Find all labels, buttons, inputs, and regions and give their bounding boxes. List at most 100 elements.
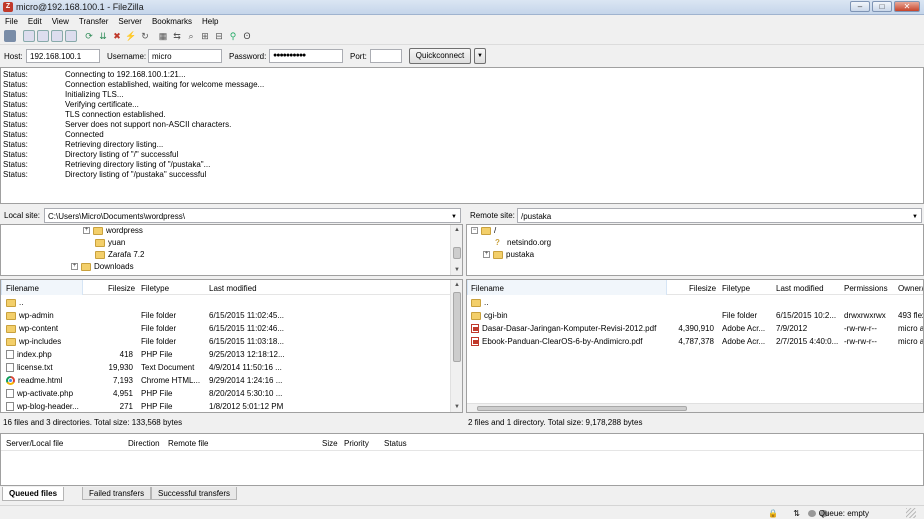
tree-item[interactable]: + Downloads	[71, 262, 134, 274]
table-row[interactable]: wp-blog-header... 271 PHP File 1/8/2012 5:0…	[1, 400, 451, 412]
expand-icon[interactable]: +	[71, 263, 78, 271]
table-row[interactable]: wp-activate.php 4,951 PHP File 8/20/2014 5:…	[1, 387, 451, 400]
filter-icon[interactable]: ⊞	[199, 30, 211, 42]
close-button[interactable]: ✕	[894, 1, 920, 12]
queue-header-direction[interactable]: Direction	[128, 439, 160, 448]
folder-icon	[93, 226, 103, 235]
toggle-log-icon[interactable]	[23, 30, 35, 42]
table-row[interactable]: ..	[1, 296, 451, 309]
table-row[interactable]: Dasar-Dasar-Jaringan-Komputer-Revisi-201…	[467, 322, 923, 335]
host-input[interactable]: 192.168.100.1	[26, 49, 100, 63]
menu-bookmarks[interactable]: Bookmarks	[147, 15, 197, 26]
menu-server[interactable]: Server	[113, 15, 147, 26]
chevron-down-icon[interactable]: ▼	[912, 214, 918, 220]
column-header-filetype[interactable]: Filetype	[141, 284, 169, 293]
remote-list-hscrollbar[interactable]	[467, 403, 923, 412]
table-row[interactable]: readme.html 7,193 Chrome HTML... 9/29/2014 …	[1, 374, 451, 387]
remote-summary-text: 2 files and 1 directory. Total size: 9,1…	[468, 418, 643, 427]
scroll-up-icon[interactable]: ▲	[451, 225, 462, 235]
queue-header-server-local-file[interactable]: Server/Local file	[6, 439, 63, 448]
port-input[interactable]	[370, 49, 402, 63]
disconnect-icon[interactable]: ⚡	[125, 30, 137, 42]
remote-directory-tree[interactable]: − / ? netsindo.org + pustaka	[466, 224, 924, 276]
search-remote-icon[interactable]: ⌕	[185, 30, 197, 42]
tree-item[interactable]: ? netsindo.org	[495, 238, 551, 250]
toggle-filter-icon[interactable]: ⊟	[213, 30, 225, 42]
directory-compare-icon[interactable]: ▦	[157, 30, 169, 42]
message-log[interactable]: Status: Connecting to 192.168.100.1:21...…	[0, 67, 924, 204]
queue-header-priority[interactable]: Priority	[344, 439, 369, 448]
expand-icon[interactable]: +	[83, 227, 90, 235]
sync-browsing-icon[interactable]: ⇆	[171, 30, 183, 42]
table-row[interactable]: license.txt 19,930 Text Document 4/9/2014 1…	[1, 361, 451, 374]
site-manager-icon[interactable]	[4, 30, 16, 42]
tree-item[interactable]: − /	[471, 226, 496, 238]
reconnect-icon[interactable]: ↻	[139, 30, 151, 42]
column-header-permissions[interactable]: Permissions	[844, 284, 888, 293]
queue-header-size[interactable]: Size	[322, 439, 338, 448]
local-directory-tree[interactable]: + wordpress yuan Zarafa 7.2 + Downloads ▲ …	[0, 224, 463, 276]
scroll-down-icon[interactable]: ▼	[451, 402, 462, 412]
queue-header-remote-file[interactable]: Remote file	[168, 439, 208, 448]
column-header-filename[interactable]: Filename	[471, 284, 504, 293]
local-tree-scrollbar[interactable]: ▲ ▼	[450, 225, 462, 275]
menu-transfer[interactable]: Transfer	[74, 15, 114, 26]
tab-successful-transfers[interactable]: Successful transfers	[151, 487, 238, 500]
refresh-icon[interactable]: ⟳	[83, 30, 95, 42]
chevron-down-icon[interactable]: ▼	[451, 214, 457, 220]
column-header-owner[interactable]: Owner/	[898, 284, 923, 293]
tab-failed-transfers[interactable]: Failed transfers	[82, 487, 152, 500]
username-input[interactable]: micro	[148, 49, 222, 63]
binoculars-icon[interactable]: ʘ	[241, 30, 253, 42]
local-path-input[interactable]: C:\Users\Micro\Documents\wordpress\ ▼	[44, 208, 461, 223]
column-header-last-modified[interactable]: Last modified	[209, 284, 257, 293]
menu-file[interactable]: File	[0, 15, 23, 26]
table-row[interactable]: ..	[467, 296, 923, 309]
column-header-filesize[interactable]: Filesize	[689, 284, 716, 293]
table-row[interactable]: wp-admin File folder 6/15/2015 11:02:45...	[1, 309, 451, 322]
collapse-icon[interactable]: −	[471, 227, 478, 235]
remote-path-input[interactable]: /pustaka ▼	[517, 208, 922, 223]
expand-icon[interactable]: +	[483, 251, 490, 259]
table-row[interactable]: Ebook-Panduan-ClearOS-6-by-Andimicro.pdf…	[467, 335, 923, 348]
table-row[interactable]: wp-includes File folder 6/15/2015 11:03:18…	[1, 335, 451, 348]
menu-help[interactable]: Help	[197, 15, 223, 26]
quickconnect-button[interactable]: Quickconnect	[409, 48, 471, 64]
column-header-last-modified[interactable]: Last modified	[776, 284, 824, 293]
local-file-list[interactable]: Filename Filesize Filetype Last modified…	[0, 279, 463, 413]
transfer-queue[interactable]: Server/Local file Direction Remote file …	[0, 433, 924, 486]
column-header-filetype[interactable]: Filetype	[722, 284, 750, 293]
filename-filter-icon[interactable]: ⚲	[227, 30, 239, 42]
minimize-button[interactable]: –	[850, 1, 870, 12]
scroll-down-icon[interactable]: ▼	[451, 265, 462, 275]
menu-edit[interactable]: Edit	[23, 15, 47, 26]
tree-item[interactable]: yuan	[95, 238, 125, 250]
process-queue-icon[interactable]: ⇊	[97, 30, 109, 42]
scrollbar-thumb[interactable]	[453, 247, 461, 259]
tab-queued-files[interactable]: Queued files	[2, 487, 65, 501]
maximize-button[interactable]: □	[872, 1, 892, 12]
tree-item[interactable]: Zarafa 7.2	[95, 250, 144, 262]
toggle-local-tree-icon[interactable]	[37, 30, 49, 42]
local-list-scrollbar[interactable]: ▲ ▼	[450, 280, 462, 412]
toggle-queue-icon[interactable]	[65, 30, 77, 42]
quickconnect-dropdown-icon[interactable]: ▼	[474, 48, 486, 64]
scrollbar-thumb[interactable]	[453, 292, 461, 362]
table-row[interactable]: cgi-bin File folder 6/15/2015 10:2... drwxr…	[467, 309, 923, 322]
table-row[interactable]: wp-content File folder 6/15/2015 11:02:46.…	[1, 322, 451, 335]
column-header-filename[interactable]: Filename	[6, 284, 39, 293]
scroll-up-icon[interactable]: ▲	[451, 280, 462, 290]
password-input[interactable]: ●●●●●●●●●●	[269, 49, 343, 63]
cancel-operation-icon[interactable]: ✖	[111, 30, 123, 42]
file-icon	[6, 402, 14, 412]
tree-item[interactable]: + pustaka	[483, 250, 534, 262]
table-row[interactable]: index.php 418 PHP File 9/25/2013 12:18:12..…	[1, 348, 451, 361]
column-header-filesize[interactable]: Filesize	[108, 284, 135, 293]
toggle-remote-tree-icon[interactable]	[51, 30, 63, 42]
resize-grip-icon[interactable]	[906, 508, 916, 518]
remote-file-list[interactable]: Filename Filesize Filetype Last modified…	[466, 279, 924, 413]
scrollbar-thumb[interactable]	[477, 406, 687, 411]
menu-view[interactable]: View	[47, 15, 74, 26]
queue-header-status[interactable]: Status	[384, 439, 407, 448]
tree-item[interactable]: + wordpress	[83, 226, 143, 238]
